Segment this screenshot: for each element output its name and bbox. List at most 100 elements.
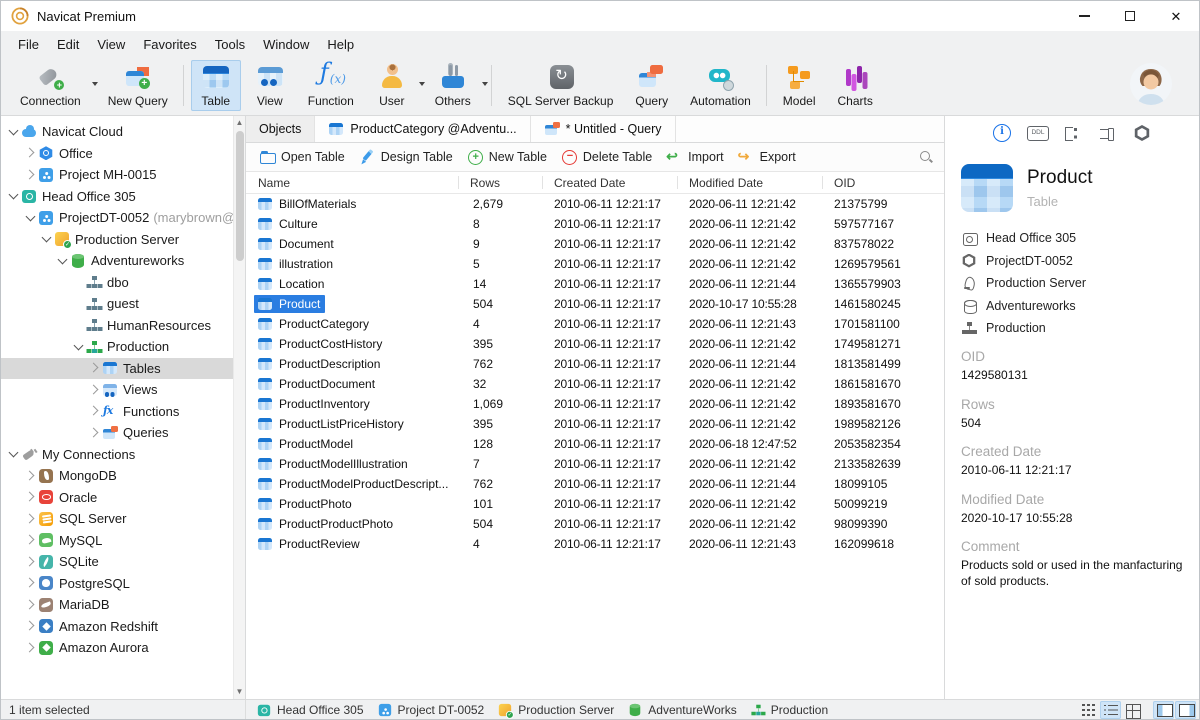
tree-item[interactable]: My Connections (1, 444, 233, 466)
general-info-icon[interactable] (993, 124, 1011, 142)
table-row[interactable]: Location 14 2010-06-11 12:21:17 2020-06-… (246, 274, 944, 294)
tree-item[interactable]: Navicat Cloud (1, 121, 233, 143)
table-row[interactable]: BillOfMaterials 2,679 2010-06-11 12:21:1… (246, 194, 944, 214)
tree-item[interactable]: dbo (1, 272, 233, 294)
tree-item[interactable]: MongoDB (1, 465, 233, 487)
tree-expander-icon[interactable] (40, 232, 54, 246)
tree-item[interactable]: MySQL (1, 530, 233, 552)
tree-expander-icon[interactable] (88, 383, 102, 397)
toolbar-button[interactable]: Connection (11, 60, 98, 111)
tree-item[interactable]: guest (1, 293, 233, 315)
tree-expander-icon[interactable] (24, 490, 38, 504)
tree-item[interactable]: MariaDB (1, 594, 233, 616)
toolbar-button[interactable]: Query (626, 60, 677, 111)
tab[interactable]: ProductCategory @Adventu... (315, 116, 531, 142)
object-toolbar-button[interactable]: Open Table (252, 146, 352, 168)
table-row[interactable]: Document 9 2010-06-11 12:21:17 2020-06-1… (246, 234, 944, 254)
table-row[interactable]: ProductReview 4 2010-06-11 12:21:17 2020… (246, 534, 944, 554)
column-header[interactable]: Created Date (542, 172, 677, 193)
tree-expander-icon[interactable] (24, 598, 38, 612)
table-row[interactable]: ProductCategory 4 2010-06-11 12:21:17 20… (246, 314, 944, 334)
project-icon[interactable] (1133, 124, 1151, 142)
tree-expander-icon[interactable] (24, 619, 38, 633)
tree-scrollbar[interactable]: ▲ ▼ (233, 116, 245, 699)
tree-item[interactable]: Oracle (1, 487, 233, 509)
tree-item[interactable]: Production (1, 336, 233, 358)
tree-expander-icon[interactable] (88, 404, 102, 418)
tree-item[interactable]: SQLite (1, 551, 233, 573)
scroll-down-icon[interactable]: ▼ (234, 686, 245, 698)
table-row[interactable]: ProductListPriceHistory 395 2010-06-11 1… (246, 414, 944, 434)
menu-item[interactable]: Tools (206, 37, 254, 52)
user-avatar[interactable] (1130, 63, 1172, 105)
search-icon[interactable] (918, 149, 934, 165)
tree-expander-icon[interactable] (7, 125, 21, 139)
toolbar-button[interactable]: New Query (99, 60, 177, 111)
menu-item[interactable]: Favorites (134, 37, 205, 52)
tree-item[interactable]: ProjectDT-0052 (marybrown@ (1, 207, 233, 229)
object-toolbar-button[interactable]: Import (659, 146, 730, 168)
close-button[interactable]: ✕ (1153, 1, 1199, 31)
scrollbar-thumb[interactable] (235, 131, 244, 261)
toolbar-button[interactable]: Table (182, 60, 241, 111)
tree-expander-icon[interactable] (7, 189, 21, 203)
tree-expander-icon[interactable] (56, 254, 70, 268)
menu-item[interactable]: View (88, 37, 134, 52)
tree-expander-icon[interactable] (7, 447, 21, 461)
table-row[interactable]: ProductModelProductDescript... 762 2010-… (246, 474, 944, 494)
tab[interactable]: Objects (246, 116, 316, 142)
tree-item[interactable]: Production Server (1, 229, 233, 251)
column-header[interactable]: OID (822, 172, 944, 193)
scroll-up-icon[interactable]: ▲ (234, 117, 245, 129)
toolbar-button[interactable]: Others (426, 60, 488, 111)
tree-item[interactable]: Amazon Aurora (1, 637, 233, 659)
toolbar-button[interactable]: User (367, 60, 425, 111)
table-row[interactable]: Culture 8 2010-06-11 12:21:17 2020-06-11… (246, 214, 944, 234)
list-view-icon[interactable] (1100, 700, 1121, 719)
column-header[interactable]: Modified Date (677, 172, 822, 193)
table-row[interactable]: ProductDescription 762 2010-06-11 12:21:… (246, 354, 944, 374)
grid-view-icon[interactable] (1078, 701, 1099, 719)
table-row[interactable]: ProductModel 128 2010-06-11 12:21:17 202… (246, 434, 944, 454)
object-toolbar-button[interactable]: New Table (460, 146, 554, 168)
tree-expander-icon[interactable] (24, 533, 38, 547)
tree-expander-icon[interactable] (88, 426, 102, 440)
tree-expander-icon[interactable] (72, 275, 86, 289)
toolbar-button[interactable]: Automation (681, 60, 760, 111)
tree-item[interactable]: Office (1, 143, 233, 165)
table-row[interactable]: ProductDocument 32 2010-06-11 12:21:17 2… (246, 374, 944, 394)
toolbar-button[interactable]: Charts (828, 60, 881, 111)
tree-expander-icon[interactable] (24, 168, 38, 182)
member-of-icon[interactable] (1063, 124, 1081, 142)
toggle-right-pane-icon[interactable] (1175, 700, 1196, 719)
table-row[interactable]: illustration 5 2010-06-11 12:21:17 2020-… (246, 254, 944, 274)
table-row[interactable]: ProductInventory 1,069 2010-06-11 12:21:… (246, 394, 944, 414)
tree-item[interactable]: Amazon Redshift (1, 616, 233, 638)
table-row[interactable]: ProductCostHistory 395 2010-06-11 12:21:… (246, 334, 944, 354)
toolbar-button[interactable]: Model (765, 60, 825, 111)
tree-expander-icon[interactable] (24, 211, 38, 225)
tree-item[interactable]: Project MH-0015 (1, 164, 233, 186)
maximize-button[interactable] (1107, 1, 1153, 31)
tree-expander-icon[interactable] (24, 576, 38, 590)
tree-expander-icon[interactable] (24, 146, 38, 160)
tree-item[interactable]: Adventureworks (1, 250, 233, 272)
table-row[interactable]: ProductPhoto 101 2010-06-11 12:21:17 202… (246, 494, 944, 514)
tree-item[interactable]: Views (1, 379, 233, 401)
menu-item[interactable]: Help (318, 37, 363, 52)
dependencies-icon[interactable] (1098, 124, 1116, 142)
tree-item[interactable]: Functions (1, 401, 233, 423)
toolbar-button[interactable]: SQL Server Backup (490, 60, 623, 111)
column-header[interactable]: Name (246, 172, 458, 193)
menu-item[interactable]: Edit (48, 37, 88, 52)
minimize-button[interactable] (1061, 1, 1107, 31)
object-toolbar-button[interactable]: Export (731, 146, 803, 168)
tree-item[interactable]: Tables (1, 357, 233, 379)
toggle-left-pane-icon[interactable] (1153, 700, 1174, 719)
object-toolbar-button[interactable]: Delete Table (554, 146, 659, 168)
menu-item[interactable]: File (9, 37, 48, 52)
toolbar-button[interactable]: View (245, 60, 295, 111)
tree-expander-icon[interactable] (24, 469, 38, 483)
ddl-icon[interactable] (1027, 124, 1049, 142)
tree-expander-icon[interactable] (72, 340, 86, 354)
